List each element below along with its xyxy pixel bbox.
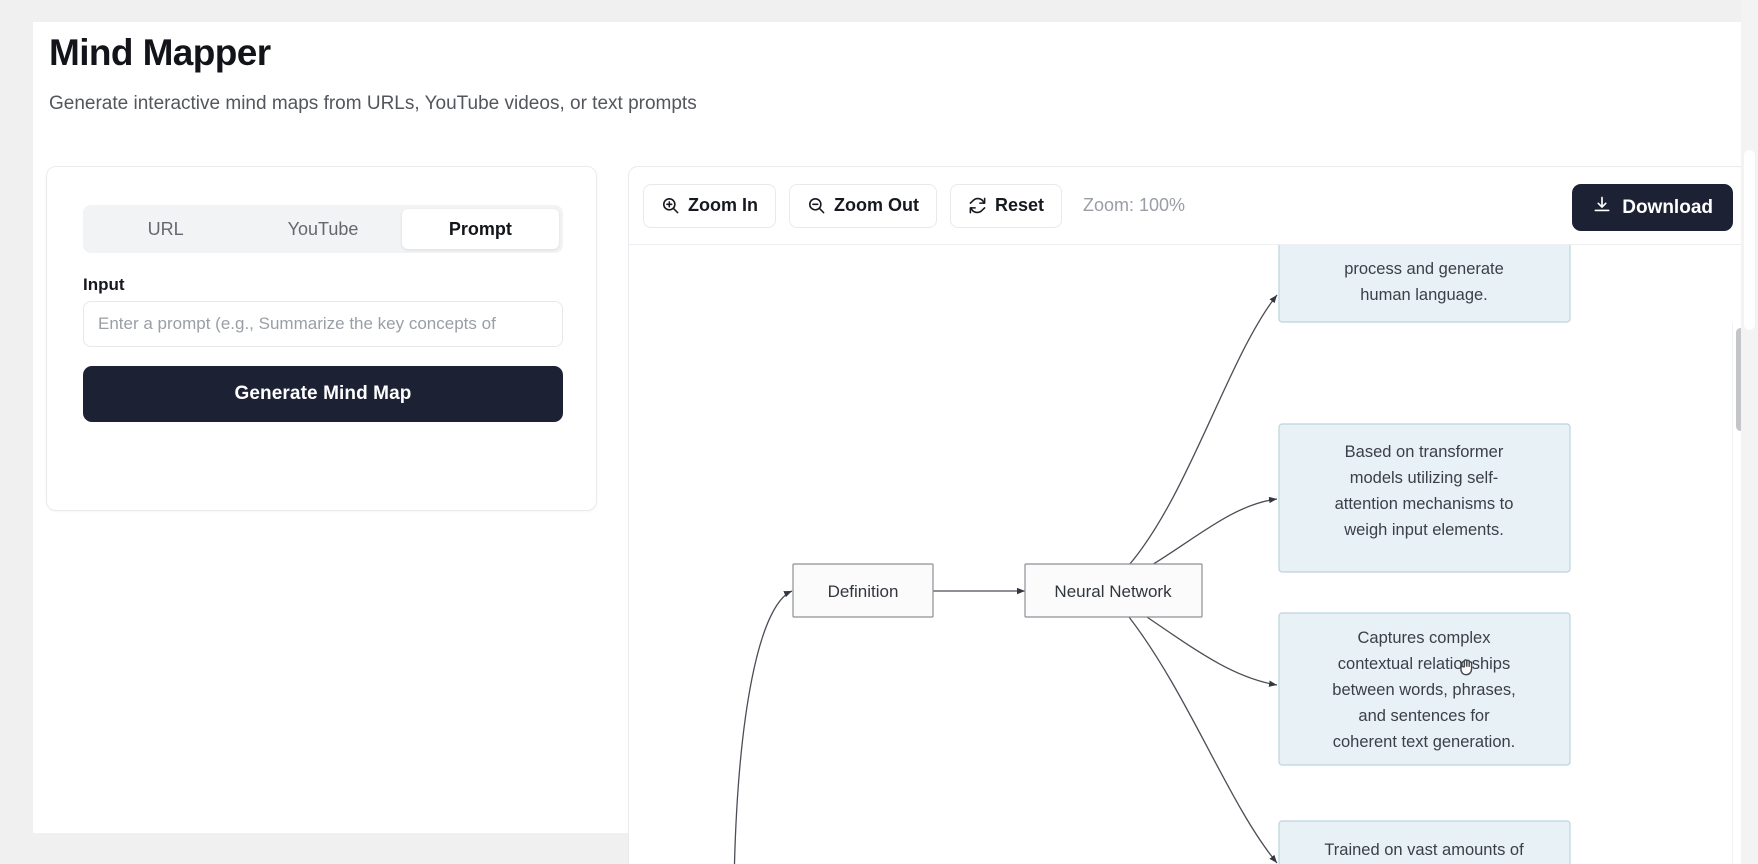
leaf-node-4[interactable]: Trained on vast amounts of (1279, 821, 1570, 864)
tab-youtube[interactable]: YouTube (244, 209, 401, 249)
zoom-out-label: Zoom Out (834, 195, 919, 216)
zoom-out-button[interactable]: Zoom Out (789, 184, 937, 228)
control-panel: URL YouTube Prompt Input Generate Mind M… (46, 166, 597, 511)
zoom-in-icon (661, 196, 680, 215)
reset-label: Reset (995, 195, 1044, 216)
tab-prompt[interactable]: Prompt (402, 209, 559, 249)
leaf-node-2-line-1: Based on transformer (1345, 443, 1504, 461)
page-vertical-scrollbar[interactable] (1741, 0, 1758, 864)
mindmap-graph[interactable]: Definition Neural Network process and ge… (629, 245, 1747, 864)
leaf-node-1-line-2: human language. (1360, 286, 1488, 304)
edge-nn-to-leaf-1 (1129, 295, 1277, 565)
page-title: Mind Mapper (49, 30, 1049, 76)
page-vertical-scrollbar-thumb[interactable] (1744, 150, 1755, 330)
canvas-toolbar: Zoom In Zoom Out (629, 167, 1747, 245)
mindmap-canvas-card: Zoom In Zoom Out (628, 166, 1748, 864)
page-card: Mind Mapper Generate interactive mind ma… (33, 22, 1758, 833)
app-root: Mind Mapper Generate interactive mind ma… (0, 0, 1758, 864)
download-button[interactable]: Download (1572, 184, 1733, 231)
node-neural-network[interactable]: Neural Network (1025, 564, 1202, 617)
leaf-node-4-line-1: Trained on vast amounts of (1324, 841, 1524, 859)
node-definition-label: Definition (828, 582, 899, 601)
page-subtitle: Generate interactive mind maps from URLs… (49, 91, 1049, 117)
prompt-input[interactable] (83, 301, 563, 347)
refresh-icon (968, 196, 987, 215)
generate-mind-map-button[interactable]: Generate Mind Map (83, 366, 563, 422)
zoom-in-label: Zoom In (688, 195, 758, 216)
zoom-level-readout: Zoom: 100% (1083, 195, 1185, 216)
node-neural-network-label: Neural Network (1054, 582, 1172, 601)
node-definition[interactable]: Definition (793, 564, 933, 617)
source-type-tabs: URL YouTube Prompt (83, 205, 563, 253)
reset-button[interactable]: Reset (950, 184, 1062, 228)
leaf-node-3-line-2: contextual relationships (1338, 655, 1510, 673)
download-icon (1592, 195, 1612, 221)
leaf-node-3-line-4: and sentences for (1358, 707, 1490, 725)
leaf-node-3-line-3: between words, phrases, (1332, 681, 1515, 699)
tab-url[interactable]: URL (87, 209, 244, 249)
leaf-node-3-line-1: Captures complex (1358, 629, 1492, 647)
zoom-in-button[interactable]: Zoom In (643, 184, 776, 228)
leaf-node-2-line-4: weigh input elements. (1343, 521, 1504, 539)
mindmap-viewport[interactable]: Definition Neural Network process and ge… (629, 245, 1747, 864)
leaf-node-2[interactable]: Based on transformer models utilizing se… (1279, 424, 1570, 572)
leaf-node-2-line-2: models utilizing self- (1350, 469, 1499, 487)
leaf-node-3[interactable]: Captures complex contextual relationship… (1279, 613, 1570, 765)
zoom-out-icon (807, 196, 826, 215)
edge-root-to-definition (734, 591, 792, 864)
download-label: Download (1622, 197, 1713, 219)
leaf-node-1-line-1: process and generate (1344, 260, 1504, 278)
leaf-node-1[interactable]: process and generate human language. (1279, 245, 1570, 322)
mindmap-leaf-nodes[interactable]: process and generate human language. Bas… (1279, 245, 1570, 864)
edge-nn-to-leaf-3 (1135, 609, 1277, 685)
leaf-node-3-line-5: coherent text generation. (1333, 733, 1516, 751)
page-header: Mind Mapper Generate interactive mind ma… (49, 30, 1049, 117)
leaf-node-2-line-3: attention mechanisms to (1335, 495, 1514, 513)
input-label: Input (83, 275, 125, 295)
